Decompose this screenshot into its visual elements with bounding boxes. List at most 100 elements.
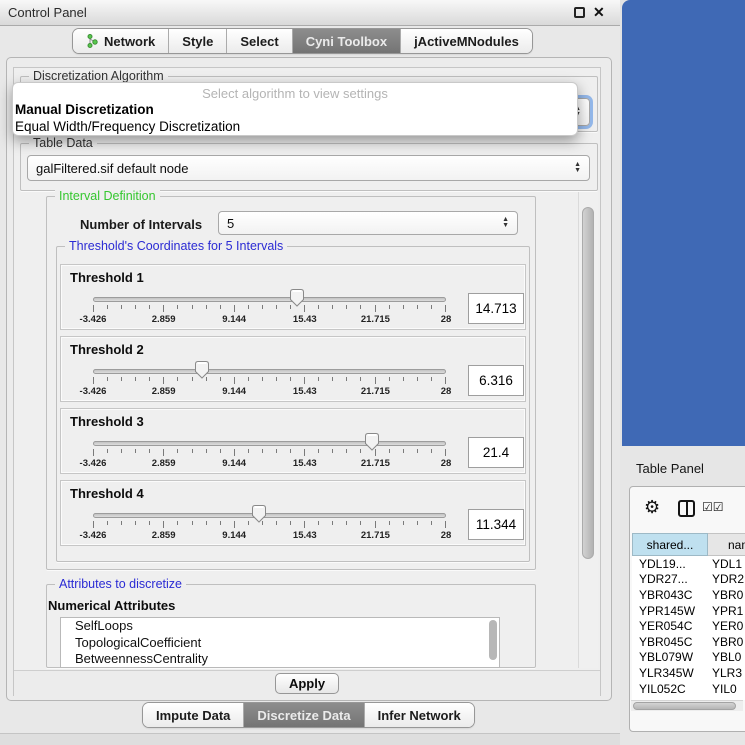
stepper-icon: ▲ ▼ bbox=[568, 162, 581, 174]
table-row[interactable]: YIL052CYIL0 bbox=[632, 681, 745, 697]
slider-ticks bbox=[93, 377, 446, 385]
stepper-down-icon: ▼ bbox=[574, 168, 581, 174]
panel-bottom-edge bbox=[0, 733, 620, 745]
table-row[interactable]: YDL19...YDL1 bbox=[632, 556, 745, 572]
network-window: GAL80GACGAL11GAL4GCY1HHAP2 bbox=[622, 0, 745, 446]
num-intervals-combobox[interactable]: 5 ▲ ▼ bbox=[218, 211, 518, 235]
split-column-icon[interactable] bbox=[678, 500, 695, 517]
slider-track bbox=[93, 441, 446, 446]
threshold-slider[interactable]: -3.4262.8599.14415.4321.71528 bbox=[93, 433, 446, 473]
table-row[interactable]: YBR045CYBR0 bbox=[632, 634, 745, 650]
table-row[interactable]: YBR043CYBR0 bbox=[632, 587, 745, 603]
threshold-slider[interactable]: -3.4262.8599.14415.4321.71528 bbox=[93, 505, 446, 545]
slider-tick-labels: -3.4262.8599.14415.4321.71528 bbox=[93, 530, 446, 542]
slider-ticks bbox=[93, 521, 446, 529]
cell-shared-name: YLR345W bbox=[632, 666, 712, 680]
slider-thumb[interactable] bbox=[290, 289, 304, 307]
tab-select[interactable]: Select bbox=[227, 29, 292, 53]
network-icon bbox=[86, 34, 99, 48]
threshold-slider[interactable]: -3.4262.8599.14415.4321.71528 bbox=[93, 361, 446, 401]
cell-shared-name: YIL052C bbox=[632, 682, 712, 696]
tab-label: Select bbox=[240, 34, 278, 49]
dropdown-items: Manual DiscretizationEqual Width/Frequen… bbox=[13, 102, 577, 135]
threshold-row: Threshold 3-3.4262.8599.14415.4321.71528… bbox=[60, 408, 526, 474]
panel-scrollbar-thumb[interactable] bbox=[582, 207, 594, 559]
attribute-item[interactable]: BetweennessCentrality bbox=[61, 651, 499, 668]
tab-label: jActiveMNodules bbox=[414, 34, 519, 49]
slider-thumb[interactable] bbox=[252, 505, 266, 523]
table-row[interactable]: YDR27...YDR2 bbox=[632, 572, 745, 588]
table-row[interactable]: YLR345WYLR3 bbox=[632, 665, 745, 681]
table-data-selected: galFiltered.sif default node bbox=[36, 161, 188, 176]
apply-button[interactable]: Apply bbox=[275, 673, 339, 694]
cell-name: YER0 bbox=[712, 619, 743, 633]
stepper-down-icon: ▼ bbox=[502, 223, 509, 229]
tab-label: Network bbox=[104, 34, 155, 49]
threshold-value-input[interactable]: 6.316 bbox=[468, 365, 524, 396]
close-icon[interactable]: ✕ bbox=[593, 0, 605, 25]
cell-shared-name: YDR27... bbox=[632, 572, 712, 586]
tab-style[interactable]: Style bbox=[169, 29, 227, 53]
table-row[interactable]: YER054CYER0 bbox=[632, 618, 745, 634]
table-header: shared... name bbox=[632, 533, 745, 556]
bottom-tab-bar: Impute DataDiscretize DataInfer Network bbox=[143, 703, 474, 727]
cell-shared-name: YBL079W bbox=[632, 650, 712, 664]
num-intervals-label: Number of Intervals bbox=[80, 217, 202, 232]
tab-label: Cyni Toolbox bbox=[306, 34, 387, 49]
table-data-combobox[interactable]: galFiltered.sif default node ▲ ▼ bbox=[27, 155, 590, 181]
float-window-icon[interactable] bbox=[574, 7, 585, 18]
tab-jactivemnodules[interactable]: jActiveMNodules bbox=[401, 29, 532, 53]
attribute-item[interactable]: TopologicalCoefficient bbox=[61, 635, 499, 652]
slider-tick-labels: -3.4262.8599.14415.4321.71528 bbox=[93, 458, 446, 470]
tab-infer-network[interactable]: Infer Network bbox=[365, 703, 474, 727]
table-hscrollbar-thumb[interactable] bbox=[633, 702, 736, 710]
group-title: Attributes to discretize bbox=[55, 577, 186, 591]
slider-thumb[interactable] bbox=[365, 433, 379, 451]
slider-track bbox=[93, 297, 446, 302]
numerical-attributes-label: Numerical Attributes bbox=[48, 598, 175, 613]
threshold-list: Threshold 1-3.4262.8599.14415.4321.71528… bbox=[60, 264, 526, 546]
threshold-row: Threshold 1-3.4262.8599.14415.4321.71528… bbox=[60, 264, 526, 330]
cell-shared-name: YDL19... bbox=[632, 557, 712, 571]
cell-name: YLR3 bbox=[712, 666, 742, 680]
stepper-icon: ▲ ▼ bbox=[496, 217, 509, 229]
group-title: Threshold's Coordinates for 5 Intervals bbox=[65, 239, 287, 253]
table-hscrollbar-track[interactable] bbox=[631, 700, 743, 711]
tab-discretize-data[interactable]: Discretize Data bbox=[244, 703, 364, 727]
threshold-value-input[interactable]: 14.713 bbox=[468, 293, 524, 324]
column-header-shared-name[interactable]: shared... bbox=[632, 533, 708, 556]
table-row[interactable]: YBL079WYBL0 bbox=[632, 650, 745, 666]
group-title: Interval Definition bbox=[55, 189, 160, 203]
gear-icon[interactable]: ⚙ bbox=[644, 497, 660, 517]
table-body: YDL19...YDL1YDR27...YDR2YBR043CYBR0YPR14… bbox=[632, 556, 745, 700]
threshold-label: Threshold 2 bbox=[70, 342, 144, 357]
threshold-value-input[interactable]: 21.4 bbox=[468, 437, 524, 468]
numerical-attributes-list[interactable]: SelfLoopsTopologicalCoefficientBetweenne… bbox=[60, 617, 500, 668]
algorithm-dropdown-popup: Select algorithm to view settings Manual… bbox=[12, 82, 578, 136]
num-intervals-value: 5 bbox=[227, 216, 234, 231]
slider-track bbox=[93, 369, 446, 374]
threshold-slider[interactable]: -3.4262.8599.14415.4321.71528 bbox=[93, 289, 446, 329]
cell-name: YBR0 bbox=[712, 588, 743, 602]
slider-tick-labels: -3.4262.8599.14415.4321.71528 bbox=[93, 314, 446, 326]
column-header-name[interactable]: name bbox=[708, 533, 745, 556]
algorithm-option[interactable]: Equal Width/Frequency Discretization bbox=[13, 119, 577, 136]
checkboxes-icon[interactable]: ☑☑ bbox=[702, 500, 724, 514]
dropdown-prompt: Select algorithm to view settings bbox=[13, 86, 577, 102]
panel-scrollbar-track[interactable] bbox=[578, 192, 598, 668]
tab-cyni-toolbox[interactable]: Cyni Toolbox bbox=[293, 29, 401, 53]
cell-shared-name: YPR145W bbox=[632, 604, 712, 618]
top-tab-bar: Network Style Select Cyni Toolbox jActiveMNo… bbox=[73, 29, 532, 53]
table-row[interactable]: YPR145WYPR1 bbox=[632, 603, 745, 619]
attributes-scrollbar[interactable] bbox=[489, 620, 497, 660]
algorithm-option[interactable]: Manual Discretization bbox=[13, 102, 577, 119]
threshold-row: Threshold 4-3.4262.8599.14415.4321.71528… bbox=[60, 480, 526, 546]
slider-thumb[interactable] bbox=[195, 361, 209, 379]
control-panel: Control Panel ✕ NetworkStyleSelectCyni T… bbox=[0, 0, 620, 745]
cell-name: YIL0 bbox=[712, 682, 737, 696]
tab-network[interactable]: Network bbox=[73, 29, 169, 53]
threshold-value-input[interactable]: 11.344 bbox=[468, 509, 524, 540]
attribute-item[interactable]: SelfLoops bbox=[61, 618, 499, 635]
slider-tick-labels: -3.4262.8599.14415.4321.71528 bbox=[93, 386, 446, 398]
tab-impute-data[interactable]: Impute Data bbox=[143, 703, 244, 727]
